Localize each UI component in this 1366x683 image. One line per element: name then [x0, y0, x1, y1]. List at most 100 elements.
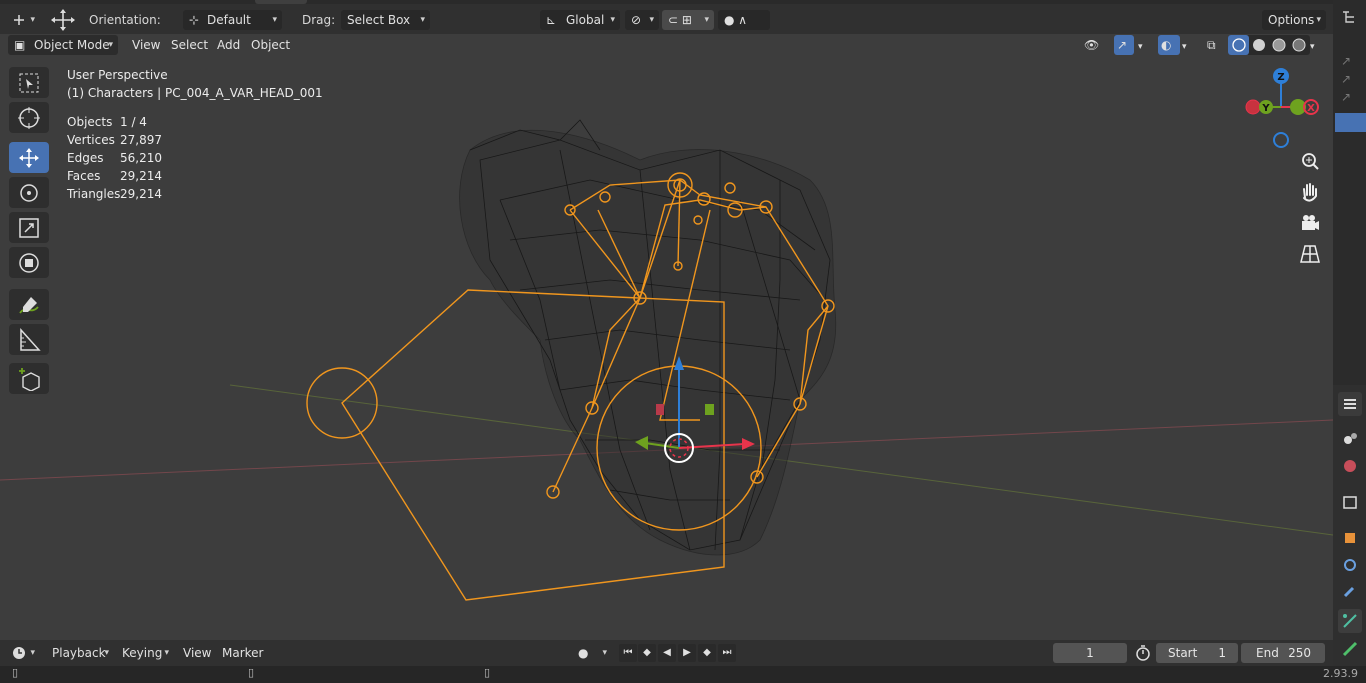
- collection-icon: [1343, 496, 1357, 509]
- drag-dropdown[interactable]: Select Box ▾: [341, 10, 430, 30]
- tab-armature[interactable]: [1338, 609, 1362, 633]
- hand-icon: [1303, 183, 1317, 202]
- zoom-icon: [1302, 153, 1319, 170]
- mouse-right-icon: ▯: [484, 666, 491, 679]
- prev-keyframe-button[interactable]: ◆: [638, 644, 656, 662]
- snap-dropdown[interactable]: ⊂ ⊞ ▾: [662, 10, 714, 30]
- timeline-menu-marker[interactable]: Marker: [217, 644, 268, 662]
- overlays-icon: ◐: [1161, 38, 1172, 52]
- pivot-point-dropdown[interactable]: ⊘ ▾: [625, 10, 659, 30]
- tool-annotate[interactable]: [9, 289, 49, 320]
- jump-start-icon: ⏮: [623, 647, 633, 658]
- annotate-icon: [19, 297, 39, 314]
- play-reverse-icon: ◀: [663, 647, 671, 658]
- chevron-down-icon: ▾: [108, 40, 113, 50]
- jump-start-button[interactable]: ⏮: [619, 644, 637, 662]
- tool-move[interactable]: [9, 142, 49, 173]
- tool-measure[interactable]: [9, 324, 49, 355]
- mouse-left-icon: ▯: [12, 666, 19, 679]
- play-reverse-button[interactable]: ◀: [658, 644, 676, 662]
- tab-render[interactable]: [1338, 426, 1362, 450]
- xray-toggle[interactable]: ⧉: [1204, 35, 1224, 55]
- physics-icon: [1344, 559, 1356, 571]
- version-label: 2.93.9: [1323, 667, 1358, 680]
- shading-dropdown[interactable]: ▾: [1310, 35, 1324, 55]
- rendered-shading-icon: [1292, 38, 1306, 52]
- pan-button[interactable]: [1296, 178, 1324, 206]
- viewport[interactable]: [0, 0, 1366, 683]
- chevron-down-icon: ▾: [164, 648, 169, 658]
- tool-rotate[interactable]: [9, 177, 49, 208]
- world-icon: [1344, 460, 1356, 472]
- tab-tool[interactable]: [1338, 392, 1362, 416]
- start-frame-field[interactable]: Start 1: [1156, 643, 1238, 663]
- tab-collection[interactable]: [1338, 490, 1362, 514]
- auto-keying-toggle[interactable]: ● ▾: [572, 643, 612, 663]
- tab-world[interactable]: [1338, 454, 1362, 478]
- play-button[interactable]: ▶: [678, 644, 696, 662]
- active-strip-tab[interactable]: [1335, 113, 1366, 132]
- pivot-icon: ⊘: [631, 13, 642, 27]
- tab-physics[interactable]: [1338, 553, 1362, 577]
- clock-icon: [13, 647, 25, 659]
- chevron-down-icon: ▾: [1316, 15, 1321, 25]
- tool-scale[interactable]: [9, 212, 49, 243]
- tab-object[interactable]: [1338, 526, 1362, 550]
- chevron-down-icon: ▾: [272, 15, 277, 25]
- tool-transform[interactable]: [9, 247, 49, 278]
- collection-label: (1) Characters | PC_004_A_VAR_HEAD_001: [67, 86, 323, 100]
- overlays-toggle[interactable]: ◐: [1158, 35, 1180, 55]
- transform-tool-dropdown[interactable]: ▾: [8, 10, 40, 30]
- stat-label: Objects: [67, 115, 113, 129]
- perspective-toggle-button[interactable]: [1296, 240, 1324, 268]
- gizmo-icon: ↗: [1117, 38, 1128, 52]
- object-icon: [1345, 533, 1355, 543]
- timeline-menu-view[interactable]: View: [178, 644, 216, 662]
- camera-view-button[interactable]: [1296, 209, 1324, 237]
- camera-icon: [1302, 215, 1319, 230]
- play-icon: ▶: [683, 647, 691, 658]
- proportional-editing-icon: ● ∧: [724, 13, 748, 27]
- workspace-tab-active[interactable]: [255, 0, 307, 4]
- tool-cursor[interactable]: [9, 102, 49, 133]
- chevron-down-icon: ▾: [1182, 42, 1187, 52]
- x-axis-label: X: [1307, 103, 1315, 114]
- mouse-middle-icon: ▯: [248, 666, 255, 679]
- menu-add[interactable]: Add: [212, 36, 245, 54]
- start-value: 1: [1218, 646, 1226, 660]
- rotate-icon: [20, 184, 38, 202]
- navigation-gizmo[interactable]: Z Y X: [1240, 64, 1320, 154]
- tab-bone[interactable]: [1338, 637, 1362, 661]
- select-box-icon: [19, 73, 39, 93]
- options-dropdown[interactable]: Options ▾: [1262, 10, 1326, 30]
- gizmo-toggle[interactable]: ↗: [1114, 35, 1134, 55]
- playback-menu[interactable]: Playback ▾: [46, 643, 114, 663]
- current-frame-field[interactable]: 1: [1053, 643, 1127, 663]
- orientation-dropdown[interactable]: ⊹ Default ▾: [183, 10, 282, 30]
- tool-add-cube[interactable]: [9, 363, 49, 394]
- snap-magnet-icon: ⊂ ⊞: [668, 13, 692, 27]
- jump-end-button[interactable]: ⏭: [718, 644, 736, 662]
- gizmo-dropdown[interactable]: ▾: [1138, 35, 1150, 55]
- visibility-dropdown[interactable]: 👁: [1078, 35, 1110, 55]
- editor-type-dropdown[interactable]: ▾: [8, 643, 40, 663]
- next-keyframe-button[interactable]: ◆: [698, 644, 716, 662]
- overlays-dropdown[interactable]: ▾: [1182, 35, 1194, 55]
- mode-dropdown[interactable]: ▣ Object Mode ▾: [8, 35, 118, 55]
- zoom-button[interactable]: [1296, 148, 1324, 176]
- menu-select[interactable]: Select: [166, 36, 213, 54]
- next-keyframe-icon: ◆: [703, 647, 711, 658]
- drag-label: Drag:: [302, 13, 336, 27]
- stopwatch-icon[interactable]: [1134, 644, 1152, 662]
- keying-menu[interactable]: Keying ▾: [116, 643, 174, 663]
- menu-view[interactable]: View: [127, 36, 165, 54]
- menu-object[interactable]: Object: [246, 36, 295, 54]
- tool-select-box[interactable]: [9, 67, 49, 98]
- tab-constraints[interactable]: [1338, 581, 1362, 605]
- end-frame-field[interactable]: End 250: [1241, 643, 1325, 663]
- stat-value: 27,897: [120, 133, 162, 147]
- proportional-editing-button[interactable]: ● ∧: [718, 10, 770, 30]
- arrow-icon: ↗: [1341, 72, 1352, 86]
- chevron-down-icon: ▾: [602, 648, 607, 658]
- transform-orientation-dropdown[interactable]: ⊾ Global ▾: [540, 10, 620, 30]
